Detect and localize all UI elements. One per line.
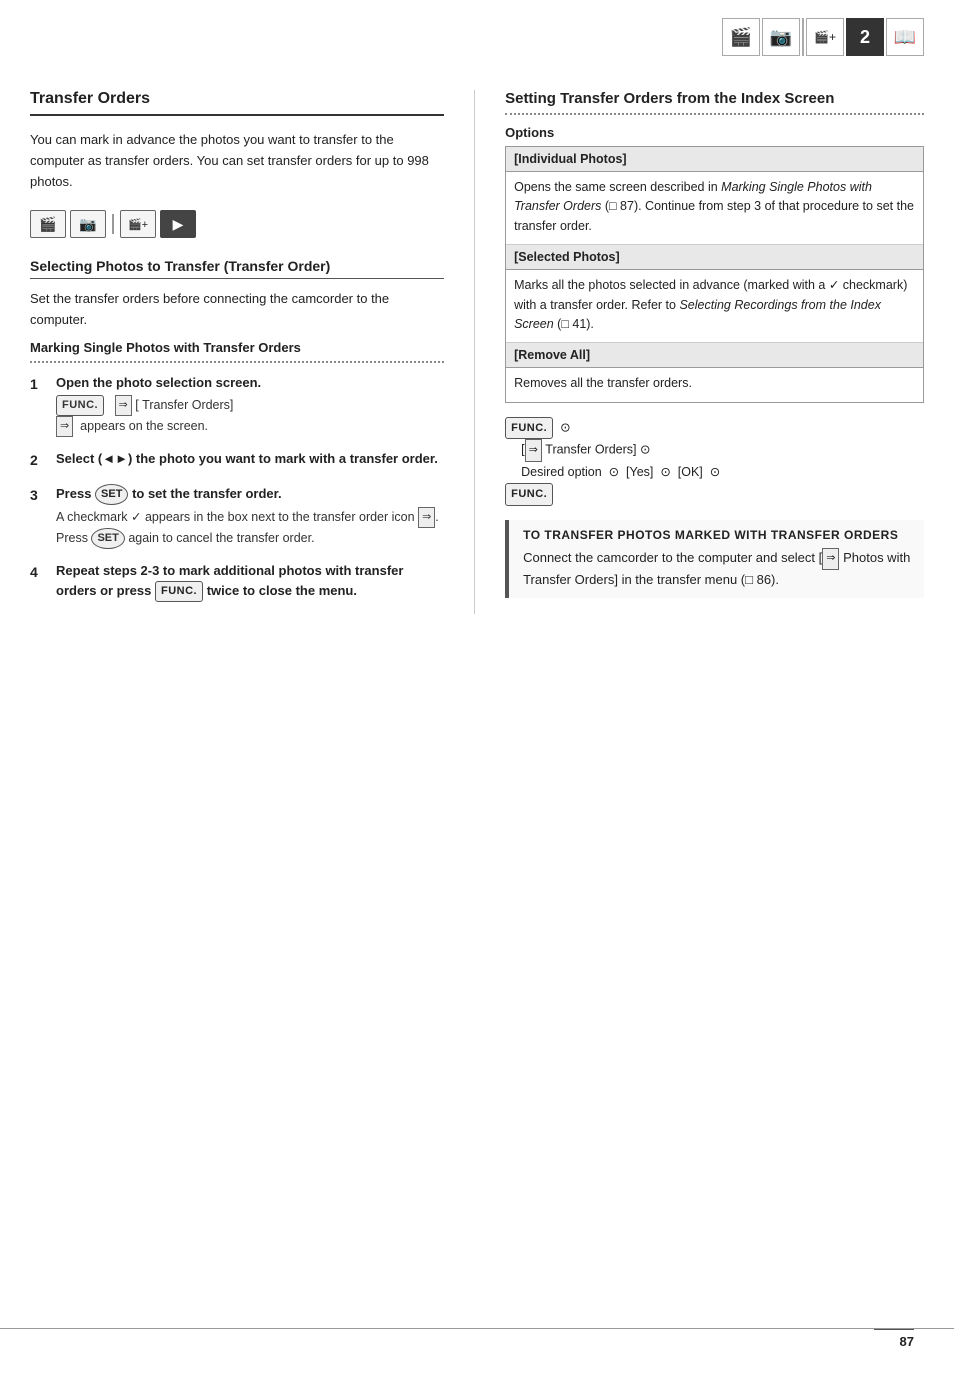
video-camera-icon: 🎬 [722,18,760,56]
section-title: Transfer Orders [30,90,444,116]
instruction-line-4: FUNC. [505,483,924,506]
to-transfer-title: To transfer photos marked with transfer … [523,528,914,542]
left-column: Transfer Orders You can mark in advance … [30,90,475,614]
step-1-number: 1 [30,373,48,437]
step-3-content: Press SET to set the transfer order. A c… [56,484,444,549]
right-instruction-block: FUNC. ⊙ [⇒ Transfer Orders] ⊙ Desired op… [505,417,924,506]
set-button-inline-2: SET [91,528,124,549]
step-4-number: 4 [30,561,48,602]
camera-icon: 📷 [762,18,800,56]
right-dotted-sep [505,113,924,115]
step-1-content: Open the photo selection screen. FUNC. ⇒… [56,373,444,437]
transfer-icon-small: ⇒ [56,416,73,437]
instruction-line-3: Desired option ⊙ [Yes] ⊙ [OK] ⊙ [505,462,924,483]
mode-icon-video: 🎬 [30,210,66,238]
step-4: 4 Repeat steps 2-3 to mark additional ph… [30,561,444,602]
set-button-inline: SET [95,484,128,505]
option-individual-desc: Opens the same screen described in Marki… [506,172,923,245]
mode-icon-play: ▶ [160,210,196,238]
step-3-detail: A checkmark ✓ appears in the box next to… [56,507,444,549]
step-2: 2 Select (◄►) the photo you want to mark… [30,449,444,472]
preamble-text: Set the transfer orders before connectin… [30,289,444,329]
dotted-separator [30,361,444,363]
step-3: 3 Press SET to set the transfer order. A… [30,484,444,549]
step-1-detail: FUNC. ⇒ [ Transfer Orders] ⇒ appears on … [56,395,444,437]
mode-icon-video2: 🎬+ [120,210,156,238]
mode-icon-divider [112,214,114,234]
option-remove-header: [Remove All] [506,343,923,368]
step-1-title: Open the photo selection screen. [56,373,444,393]
book-icon: 📖 [886,18,924,56]
transfer-order-icon-inline: ⇒ [115,395,132,416]
instruction-line-2: [⇒ Transfer Orders] ⊙ [505,439,924,462]
to-transfer-box: To transfer photos marked with transfer … [505,520,924,598]
step-4-title: Repeat steps 2-3 to mark additional phot… [56,561,444,602]
sub-sub-title: Marking Single Photos with Transfer Orde… [30,340,444,355]
to-transfer-text: Connect the camcorder to the computer an… [523,548,914,590]
mode-icon-photo: 📷 [70,210,106,238]
icon-divider [802,18,804,56]
step-2-content: Select (◄►) the photo you want to mark w… [56,449,444,472]
option-selected-desc: Marks all the photos selected in advance… [506,270,923,343]
step-1: 1 Open the photo selection screen. FUNC.… [30,373,444,437]
intro-text: You can mark in advance the photos you w… [30,130,444,192]
number-icon: 2 [846,18,884,56]
right-section-title: Setting Transfer Orders from the Index S… [505,90,924,107]
transfer-icon: 🎬+ [806,18,844,56]
instruction-line-1: FUNC. ⊙ [505,417,924,440]
option-individual-header: [Individual Photos] [506,147,923,172]
right-column: Setting Transfer Orders from the Index S… [475,90,924,614]
func-btn-right: FUNC. [505,417,553,440]
transfer-order-icon-small: ⇒ [418,507,435,528]
step-2-number: 2 [30,449,48,472]
subsection-title: Selecting Photos to Transfer (Transfer O… [30,258,444,279]
options-title: Options [505,125,924,140]
step-3-title: Press SET to set the transfer order. [56,484,444,505]
option-remove-desc: Removes all the transfer orders. [506,368,923,401]
mode-icons-row: 🎬 📷 🎬+ ▶ [30,210,444,238]
transfer-icon-right: ⇒ [525,439,542,462]
func-button-step4: FUNC. [155,581,203,602]
page-body: Transfer Orders You can mark in advance … [0,0,954,654]
page-number: 87 [874,1329,914,1349]
step-4-content: Repeat steps 2-3 to mark additional phot… [56,561,444,602]
func-button-inline: FUNC. [56,395,104,416]
top-icon-bar: 🎬 📷 🎬+ 2 📖 [722,18,924,56]
func-btn-right-2: FUNC. [505,483,553,506]
step-2-title: Select (◄►) the photo you want to mark w… [56,449,444,469]
bottom-rule [0,1328,954,1329]
option-selected-header: [Selected Photos] [506,245,923,270]
photos-icon: ⇒ [822,548,839,570]
step-3-number: 3 [30,484,48,549]
options-table: [Individual Photos] Opens the same scree… [505,146,924,403]
